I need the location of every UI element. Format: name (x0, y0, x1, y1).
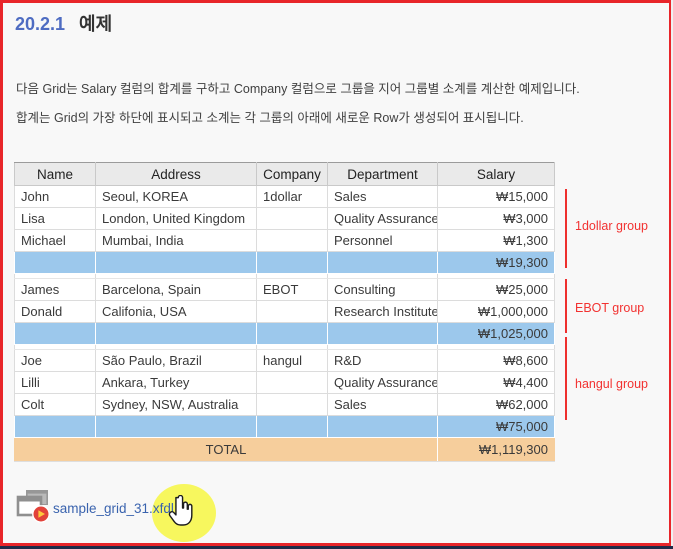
subtotal-cell (15, 416, 96, 438)
column-header-name: Name (15, 163, 96, 186)
cell-address: Sydney, NSW, Australia (96, 394, 257, 416)
cell-name: Lisa (15, 208, 96, 230)
table-row: Joe São Paulo, Brazil hangul R&D ₩8,600 (15, 350, 555, 372)
cell-name: Joe (15, 350, 96, 372)
group-label-hangul: hangul group (575, 377, 648, 391)
subtotal-value: ₩75,000 (438, 416, 555, 438)
table-row: John Seoul, KOREA 1dollar Sales ₩15,000 (15, 186, 555, 208)
cell-company (257, 301, 328, 323)
cell-address: Ankara, Turkey (96, 372, 257, 394)
cell-salary: ₩8,600 (438, 350, 555, 372)
column-header-department: Department (328, 163, 438, 186)
table-row: James Barcelona, Spain EBOT Consulting ₩… (15, 279, 555, 301)
cell-department: Sales (328, 186, 438, 208)
cell-company (257, 208, 328, 230)
cell-department: Research Institute (328, 301, 438, 323)
cell-name: James (15, 279, 96, 301)
cell-salary: ₩15,000 (438, 186, 555, 208)
subtotal-cell (96, 323, 257, 345)
subtotal-cell (328, 323, 438, 345)
page-title: 20.2.1 예제 (15, 10, 112, 36)
total-value: ₩1,119,300 (438, 438, 555, 462)
cell-address: Barcelona, Spain (96, 279, 257, 301)
cell-name: Michael (15, 230, 96, 252)
total-row: TOTAL ₩1,119,300 (15, 438, 555, 462)
group-bracket-line (565, 279, 567, 333)
total-label: TOTAL (15, 438, 438, 462)
grid-header-row: Name Address Company Department Salary (15, 163, 555, 186)
subtotal-row: ₩75,000 (15, 416, 555, 438)
cell-department: Quality Assurance (328, 208, 438, 230)
subtotal-cell (15, 323, 96, 345)
cell-salary: ₩1,300 (438, 230, 555, 252)
hand-cursor-icon (167, 495, 196, 527)
cell-address: São Paulo, Brazil (96, 350, 257, 372)
table-row: Colt Sydney, NSW, Australia Sales ₩62,00… (15, 394, 555, 416)
cell-department: R&D (328, 350, 438, 372)
cell-company: EBOT (257, 279, 328, 301)
cell-department: Sales (328, 394, 438, 416)
section-title: 예제 (79, 14, 112, 34)
subtotal-cell (96, 252, 257, 274)
cell-salary: ₩25,000 (438, 279, 555, 301)
section-number: 20.2.1 (15, 14, 65, 34)
description-paragraph-2: 합계는 Grid의 가장 하단에 표시되고 소계는 각 그룹의 아래에 새로운 … (16, 111, 661, 125)
group-bracket-line (565, 189, 567, 268)
table-row: Lisa London, United Kingdom Quality Assu… (15, 208, 555, 230)
table-row: Lilli Ankara, Turkey Quality Assurance ₩… (15, 372, 555, 394)
window-play-icon[interactable] (15, 488, 51, 526)
cell-salary: ₩62,000 (438, 394, 555, 416)
cell-address: Seoul, KOREA (96, 186, 257, 208)
subtotal-cell (328, 416, 438, 438)
cell-name: Lilli (15, 372, 96, 394)
cell-company (257, 394, 328, 416)
cell-company (257, 372, 328, 394)
cell-name: Donald (15, 301, 96, 323)
table-row: Donald Califonia, USA Research Institute… (15, 301, 555, 323)
group-label-ebot: EBOT group (575, 301, 644, 315)
cell-department: Consulting (328, 279, 438, 301)
group-bracket-line (565, 337, 567, 420)
page: 20.2.1 예제 다음 Grid는 Salary 컬럼의 합계를 구하고 Com… (0, 0, 673, 549)
subtotal-cell (15, 252, 96, 274)
cell-department: Quality Assurance (328, 372, 438, 394)
cell-company: hangul (257, 350, 328, 372)
subtotal-cell (257, 323, 328, 345)
cell-address: Mumbai, India (96, 230, 257, 252)
cell-name: John (15, 186, 96, 208)
cell-address: London, United Kingdom (96, 208, 257, 230)
sample-grid: Name Address Company Department Salary J… (14, 162, 555, 462)
table-row: Michael Mumbai, India Personnel ₩1,300 (15, 230, 555, 252)
subtotal-cell (257, 416, 328, 438)
subtotal-cell (257, 252, 328, 274)
column-header-address: Address (96, 163, 257, 186)
cell-company (257, 230, 328, 252)
cell-address: Califonia, USA (96, 301, 257, 323)
description: 다음 Grid는 Salary 컬럼의 합계를 구하고 Company 컬럼으로… (16, 82, 661, 140)
cell-name: Colt (15, 394, 96, 416)
subtotal-row: ₩1,025,000 (15, 323, 555, 345)
subtotal-cell (328, 252, 438, 274)
column-header-company: Company (257, 163, 328, 186)
cell-department: Personnel (328, 230, 438, 252)
subtotal-value: ₩1,025,000 (438, 323, 555, 345)
cell-salary: ₩3,000 (438, 208, 555, 230)
subtotal-row: ₩19,300 (15, 252, 555, 274)
subtotal-cell (96, 416, 257, 438)
sample-file-link[interactable]: sample_grid_31.xfdl (53, 501, 174, 516)
cell-company: 1dollar (257, 186, 328, 208)
group-label-1dollar: 1dollar group (575, 219, 648, 233)
column-header-salary: Salary (438, 163, 555, 186)
cell-salary: ₩1,000,000 (438, 301, 555, 323)
description-paragraph-1: 다음 Grid는 Salary 컬럼의 합계를 구하고 Company 컬럼으로… (16, 82, 661, 96)
cell-salary: ₩4,400 (438, 372, 555, 394)
subtotal-value: ₩19,300 (438, 252, 555, 274)
